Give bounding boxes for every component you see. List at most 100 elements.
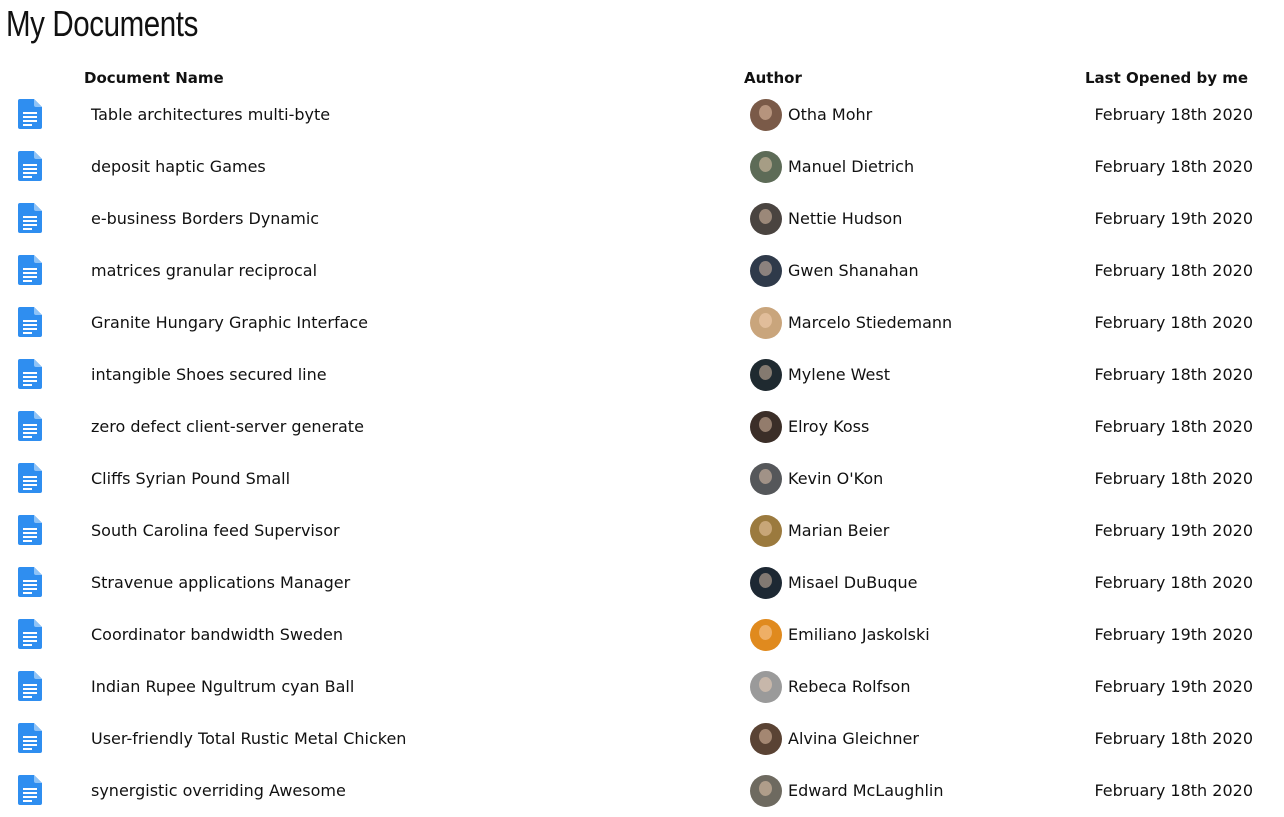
author-cell: Marcelo Stiedemann [750,307,952,339]
author-name: Marian Beier [788,521,890,540]
google-docs-icon [18,359,42,389]
avatar [750,99,782,131]
author-cell: Otha Mohr [750,99,872,131]
last-opened-date: February 18th 2020 [1094,157,1253,176]
table-row[interactable]: synergistic overriding Awesome Edward McL… [0,765,1284,817]
document-name[interactable]: Indian Rupee Ngultrum cyan Ball [91,676,354,698]
document-name[interactable]: User-friendly Total Rustic Metal Chicken [91,728,406,750]
author-name: Marcelo Stiedemann [788,313,953,332]
last-opened-date: February 19th 2020 [1094,677,1253,696]
author-cell: Emiliano Jaskolski [750,619,930,651]
author-name: Alvina Gleichner [788,729,919,748]
table-row[interactable]: South Carolina feed Supervisor Marian Bei… [0,505,1284,557]
author-cell: Elroy Koss [750,411,869,443]
author-name: Nettie Hudson [788,209,903,228]
author-cell: Gwen Shanahan [750,255,919,287]
last-opened-date: February 19th 2020 [1094,209,1253,228]
document-name[interactable]: matrices granular reciprocal [91,260,317,282]
avatar [750,203,782,235]
author-cell: Nettie Hudson [750,203,902,235]
google-docs-icon [18,619,42,649]
author-name: Misael DuBuque [788,573,918,592]
last-opened-date: February 18th 2020 [1094,417,1253,436]
author-cell: Marian Beier [750,515,889,547]
google-docs-icon [18,203,42,233]
google-docs-icon [18,255,42,285]
author-cell: Misael DuBuque [750,567,917,599]
avatar [750,671,782,703]
table-row[interactable]: matrices granular reciprocal Gwen Shanaha… [0,245,1284,297]
author-name: Mylene West [788,365,890,384]
document-name[interactable]: Table architectures multi-byte [91,104,330,126]
table-row[interactable]: zero defect client-server generate Elroy … [0,401,1284,453]
google-docs-icon [18,671,42,701]
avatar [750,723,782,755]
google-docs-icon [18,775,42,805]
last-opened-date: February 18th 2020 [1094,573,1253,592]
avatar [750,359,782,391]
last-opened-date: February 18th 2020 [1094,261,1253,280]
document-name[interactable]: synergistic overriding Awesome [91,780,346,802]
table-row[interactable]: Granite Hungary Graphic Interface Marcelo… [0,297,1284,349]
last-opened-date: February 18th 2020 [1094,781,1253,800]
author-cell: Kevin O'Kon [750,463,883,495]
table-row[interactable]: User-friendly Total Rustic Metal Chicken… [0,713,1284,765]
author-cell: Alvina Gleichner [750,723,919,755]
google-docs-icon [18,99,42,129]
table-row[interactable]: e-business Borders Dynamic Nettie Hudson F… [0,193,1284,245]
avatar [750,619,782,651]
table-row[interactable]: Table architectures multi-byte Otha Mohr F… [0,89,1284,141]
last-opened-date: February 18th 2020 [1094,365,1253,384]
avatar [750,515,782,547]
column-header-author[interactable]: Author [744,68,802,88]
page-title: My Documents [6,3,198,44]
avatar [750,567,782,599]
author-name: Rebeca Rolfson [788,677,911,696]
table-row[interactable]: intangible Shoes secured line Mylene West… [0,349,1284,401]
last-opened-date: February 18th 2020 [1094,313,1253,332]
google-docs-icon [18,723,42,753]
document-name[interactable]: deposit haptic Games [91,156,266,178]
document-name[interactable]: Granite Hungary Graphic Interface [91,312,368,334]
author-cell: Manuel Dietrich [750,151,914,183]
google-docs-icon [18,411,42,441]
table-row[interactable]: Cliffs Syrian Pound Small Kevin O'Kon Febr… [0,453,1284,505]
last-opened-date: February 19th 2020 [1094,625,1253,644]
author-name: Elroy Koss [788,417,870,436]
author-name: Edward McLaughlin [788,781,944,800]
document-name[interactable]: intangible Shoes secured line [91,364,327,386]
table-row[interactable]: Stravenue applications Manager Misael DuB… [0,557,1284,609]
avatar [750,151,782,183]
google-docs-icon [18,567,42,597]
document-name[interactable]: Stravenue applications Manager [91,572,350,594]
document-name[interactable]: zero defect client-server generate [91,416,364,438]
author-name: Emiliano Jaskolski [788,625,930,644]
document-name[interactable]: South Carolina feed Supervisor [91,520,340,542]
document-name[interactable]: e-business Borders Dynamic [91,208,319,230]
table-row[interactable]: Coordinator bandwidth Sweden Emiliano Jas… [0,609,1284,661]
author-name: Otha Mohr [788,105,873,124]
last-opened-date: February 18th 2020 [1094,729,1253,748]
column-header-last-opened[interactable]: Last Opened by me [1085,68,1248,88]
last-opened-date: February 19th 2020 [1094,521,1253,540]
avatar [750,411,782,443]
author-cell: Mylene West [750,359,890,391]
google-docs-icon [18,307,42,337]
document-name[interactable]: Coordinator bandwidth Sweden [91,624,343,646]
avatar [750,463,782,495]
table-row[interactable]: Indian Rupee Ngultrum cyan Ball Rebeca Ro… [0,661,1284,713]
author-name: Kevin O'Kon [788,469,884,488]
google-docs-icon [18,515,42,545]
avatar [750,307,782,339]
author-cell: Rebeca Rolfson [750,671,910,703]
last-opened-date: February 18th 2020 [1094,469,1253,488]
document-name[interactable]: Cliffs Syrian Pound Small [91,468,290,490]
column-header-document-name[interactable]: Document Name [84,68,224,88]
avatar [750,255,782,287]
table-row[interactable]: deposit haptic Games Manuel Dietrich Febru… [0,141,1284,193]
author-name: Gwen Shanahan [788,261,919,280]
last-opened-date: February 18th 2020 [1094,105,1253,124]
google-docs-icon [18,463,42,493]
author-name: Manuel Dietrich [788,157,915,176]
avatar [750,775,782,807]
